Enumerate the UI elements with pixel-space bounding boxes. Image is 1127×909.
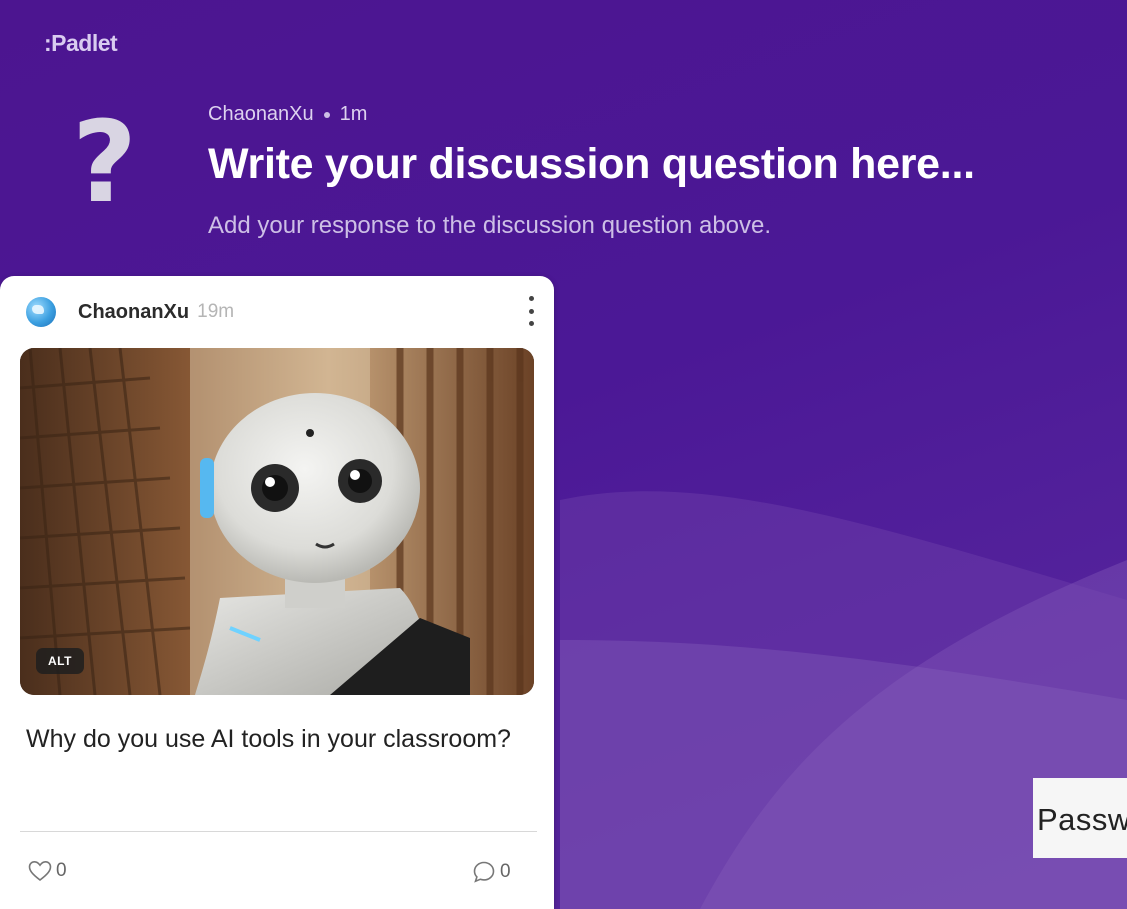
post-divider: [20, 831, 537, 832]
post-card[interactable]: ChaonanXu 19m ALT Why do you use AI tool…: [0, 276, 554, 909]
header-meta: ChaonanXu 1m: [208, 103, 367, 126]
kebab-menu-icon[interactable]: [526, 296, 536, 326]
password-field-partial[interactable]: Passw: [1033, 778, 1127, 858]
page-subtitle: Add your response to the discussion ques…: [208, 212, 772, 239]
comment-icon: [473, 861, 495, 883]
question-mark-icon: ?: [72, 98, 137, 228]
post-age: 19m: [197, 301, 235, 322]
post-body-text: Why do you use AI tools in your classroo…: [26, 725, 511, 753]
alt-text-badge[interactable]: ALT: [36, 648, 84, 674]
robot-photo: [20, 348, 534, 695]
post-image[interactable]: [20, 348, 534, 695]
page-title: Write your discussion question here...: [208, 140, 975, 188]
post-author[interactable]: ChaonanXu: [78, 301, 189, 324]
like-count: 0: [56, 860, 67, 881]
header-age: 1m: [339, 103, 368, 125]
comment-button[interactable]: 0: [472, 860, 511, 884]
comment-count: 0: [500, 861, 511, 882]
separator-dot: [323, 111, 330, 118]
password-label: Passw: [1037, 802, 1127, 837]
padlet-logo[interactable]: :Padlet: [44, 30, 118, 57]
globe-avatar-icon[interactable]: [26, 297, 56, 327]
heart-icon: [28, 860, 52, 882]
like-button[interactable]: 0: [28, 860, 67, 882]
post-header: ChaonanXu 19m: [26, 296, 234, 328]
header-author[interactable]: ChaonanXu: [208, 103, 314, 125]
